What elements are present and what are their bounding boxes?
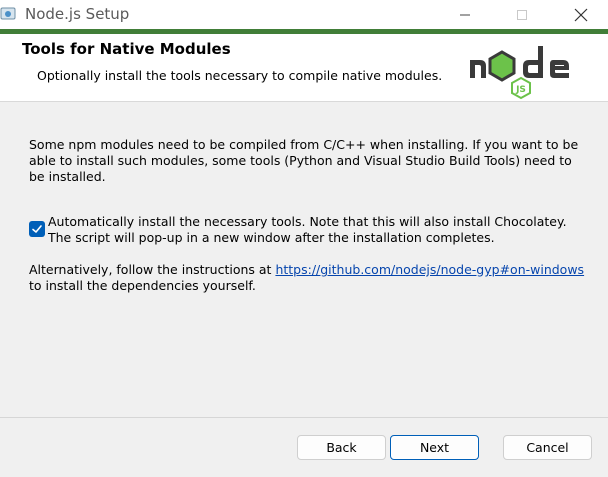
alt-prefix: Alternatively, follow the instructions a… <box>29 262 276 277</box>
maximize-icon <box>517 9 527 20</box>
installer-icon <box>0 7 16 20</box>
minimize-button[interactable] <box>442 0 488 29</box>
alternative-instructions: Alternatively, follow the instructions a… <box>29 262 589 294</box>
description-text: Some npm modules need to be compiled fro… <box>29 137 579 184</box>
page-subtitle: Optionally install the tools necessary t… <box>37 68 443 83</box>
minimize-icon <box>460 14 470 15</box>
next-button[interactable]: Next <box>390 435 479 460</box>
auto-install-label[interactable]: Automatically install the necessary tool… <box>48 214 588 246</box>
title-bar: Node.js Setup <box>0 0 608 29</box>
svg-text:JS: JS <box>515 85 526 95</box>
cancel-button[interactable]: Cancel <box>503 435 592 460</box>
page-title: Tools for Native Modules <box>22 40 231 58</box>
maximize-button[interactable] <box>499 0 545 29</box>
nodejs-logo: JS <box>470 46 569 100</box>
close-button[interactable] <box>558 0 604 29</box>
node-gyp-link[interactable]: https://github.com/nodejs/node-gyp#on-wi… <box>275 262 584 277</box>
close-icon <box>574 8 588 21</box>
auto-install-checkbox[interactable] <box>29 221 45 237</box>
back-button[interactable]: Back <box>297 435 386 460</box>
footer-divider <box>0 417 608 418</box>
window-title: Node.js Setup <box>25 5 130 23</box>
alt-suffix: to install the dependencies yourself. <box>29 278 256 293</box>
page-header: Tools for Native Modules Optionally inst… <box>0 34 608 102</box>
checkmark-icon <box>32 225 42 233</box>
